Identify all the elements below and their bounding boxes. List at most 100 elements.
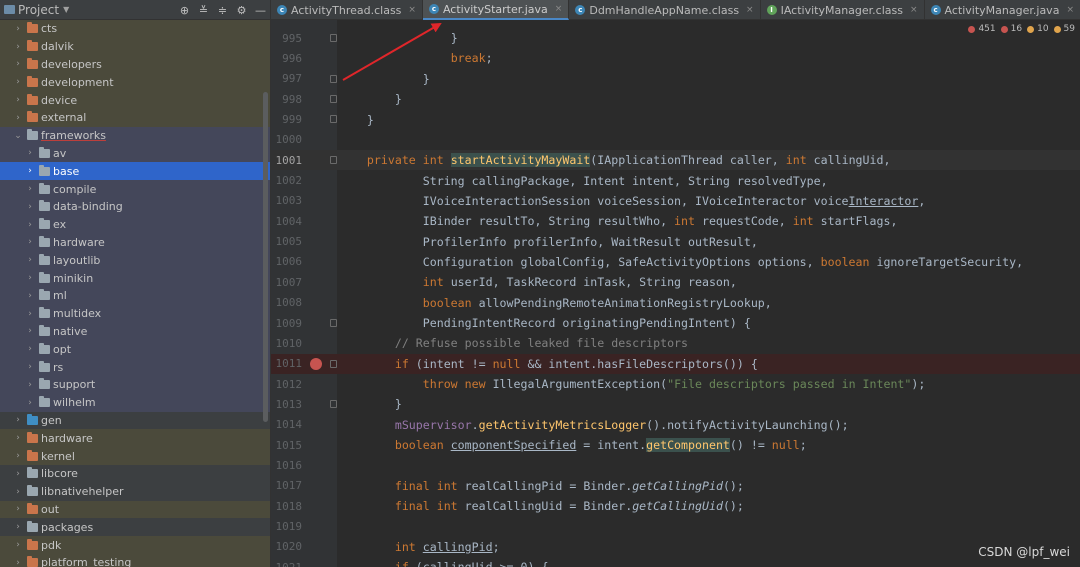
line-number[interactable]: 1015 xyxy=(271,439,303,452)
tree-item-rs[interactable]: › rs xyxy=(0,358,270,376)
fold-marker-icon[interactable] xyxy=(330,400,337,409)
editor-tab-activitystarter-java[interactable]: c ActivityStarter.java × xyxy=(422,0,570,20)
breakpoint-icon[interactable] xyxy=(310,357,322,370)
code-line[interactable]: 1018 final int realCallingUid = Binder.g… xyxy=(271,496,1080,516)
fold-marker-icon[interactable] xyxy=(330,74,337,83)
tree-item-compile[interactable]: › compile xyxy=(0,180,270,198)
inspection-count[interactable]: 59 xyxy=(1053,24,1075,34)
fold-marker-icon[interactable] xyxy=(330,115,337,124)
tree-item-kernel[interactable]: › kernel xyxy=(0,447,270,465)
hide-panel-icon[interactable]: — xyxy=(251,4,270,17)
line-number[interactable]: 996 xyxy=(271,52,302,65)
code-line[interactable]: 1002 String callingPackage, Intent inten… xyxy=(271,170,1080,190)
tree-item-wilhelm[interactable]: › wilhelm xyxy=(0,393,270,412)
code-line[interactable]: 998 } xyxy=(271,89,1080,109)
line-number[interactable]: 1001 xyxy=(271,154,303,167)
line-number[interactable]: 1018 xyxy=(271,500,303,513)
tree-item-opt[interactable]: › opt xyxy=(0,340,270,359)
line-number[interactable]: 1011 xyxy=(271,357,303,370)
expand-all-icon[interactable]: ≚ xyxy=(194,4,213,17)
code-line[interactable]: 1015 boolean componentSpecified = intent… xyxy=(271,435,1080,455)
code-line[interactable]: 1008 boolean allowPendingRemoteAnimation… xyxy=(271,293,1080,313)
code-line[interactable]: 995 } xyxy=(271,28,1080,48)
fold-marker-icon[interactable] xyxy=(330,34,337,42)
code-editor[interactable]: 995 } 996 break; 997 } 998 } 999 } 1000 1001 p… xyxy=(271,20,1080,567)
tree-item-libcore[interactable]: › libcore xyxy=(0,465,270,483)
line-number[interactable]: 1007 xyxy=(271,276,303,289)
tree-item-ex[interactable]: › ex xyxy=(0,215,270,234)
chevron-right-icon[interactable]: › xyxy=(24,344,36,354)
code-line[interactable]: 996 break; xyxy=(271,48,1080,68)
inspection-indicators[interactable]: 451 16 10 59 xyxy=(964,22,1080,36)
fold-marker-icon[interactable] xyxy=(330,156,337,165)
close-icon[interactable]: × xyxy=(408,5,416,15)
code-line[interactable]: 1013 } xyxy=(271,394,1080,414)
inspection-count[interactable]: 16 xyxy=(1000,24,1022,34)
tree-item-frameworks[interactable]: ⌄ frameworks xyxy=(0,126,270,145)
tree-item-cts[interactable]: › cts xyxy=(0,20,270,38)
inspection-count[interactable]: 10 xyxy=(1027,24,1049,34)
chevron-right-icon[interactable]: › xyxy=(24,273,36,283)
chevron-right-icon[interactable]: › xyxy=(12,540,24,550)
code-line[interactable]: 997 } xyxy=(271,69,1080,89)
tree-item-support[interactable]: › support xyxy=(0,375,270,394)
tree-item-external[interactable]: › external xyxy=(0,108,270,127)
code-line[interactable]: 999 } xyxy=(271,109,1080,129)
chevron-right-icon[interactable]: › xyxy=(24,148,36,158)
chevron-right-icon[interactable]: › xyxy=(24,326,36,336)
code-line[interactable]: 1020 int callingPid; xyxy=(271,537,1080,557)
line-number[interactable]: 1008 xyxy=(271,296,303,309)
chevron-down-icon[interactable]: ⌄ xyxy=(12,131,24,141)
chevron-right-icon[interactable]: › xyxy=(24,398,36,408)
code-line[interactable]: 1012 throw new IllegalArgumentException(… xyxy=(271,374,1080,394)
tree-item-data-binding[interactable]: › data-binding xyxy=(0,197,270,216)
chevron-right-icon[interactable]: › xyxy=(12,95,24,105)
close-icon[interactable]: × xyxy=(910,5,918,15)
tree-item-minikin[interactable]: › minikin xyxy=(0,269,270,287)
tree-item-development[interactable]: › development xyxy=(0,73,270,92)
editor-tab-iactivitymanager-class[interactable]: I IActivityManager.class × xyxy=(761,0,925,20)
tree-item-developers[interactable]: › developers xyxy=(0,55,270,74)
chevron-right-icon[interactable]: › xyxy=(12,451,24,461)
chevron-right-icon[interactable]: › xyxy=(24,380,36,390)
project-tree-scrollbar[interactable] xyxy=(263,92,268,422)
line-number[interactable]: 1019 xyxy=(271,520,303,533)
line-number[interactable]: 1012 xyxy=(271,378,303,391)
chevron-right-icon[interactable]: › xyxy=(24,237,36,247)
line-number[interactable]: 1004 xyxy=(271,215,303,228)
code-line[interactable]: 1001 private int startActivityMayWait(IA… xyxy=(271,150,1080,171)
fold-marker-icon[interactable] xyxy=(330,95,337,104)
tree-item-pdk[interactable]: › pdk xyxy=(0,536,270,554)
chevron-right-icon[interactable]: › xyxy=(12,113,24,123)
code-line[interactable]: 1004 IBinder resultTo, String resultWho,… xyxy=(271,211,1080,231)
code-line[interactable]: 1010 // Refuse possible leaked file desc… xyxy=(271,333,1080,353)
tree-item-libnativehelper[interactable]: › libnativehelper xyxy=(0,483,270,501)
chevron-right-icon[interactable]: › xyxy=(12,504,24,514)
tree-item-native[interactable]: › native xyxy=(0,322,270,341)
line-number[interactable]: 998 xyxy=(271,93,302,106)
chevron-right-icon[interactable]: › xyxy=(12,24,24,34)
line-number[interactable]: 1003 xyxy=(271,194,303,207)
line-number[interactable]: 1009 xyxy=(271,317,303,330)
tree-item-dalvik[interactable]: › dalvik xyxy=(0,37,270,56)
chevron-down-icon[interactable]: ▼ xyxy=(63,5,69,14)
inspection-count[interactable]: 451 xyxy=(968,24,996,34)
editor-tab-activitymanager-java[interactable]: c ActivityManager.java × xyxy=(925,0,1080,20)
code-line[interactable]: 1021 if (callingUid >= 0) { xyxy=(271,557,1080,567)
chevron-right-icon[interactable]: › xyxy=(24,255,36,265)
line-number[interactable]: 1002 xyxy=(271,174,303,187)
code-line[interactable]: 1019 xyxy=(271,516,1080,536)
line-number[interactable]: 999 xyxy=(271,113,302,126)
chevron-right-icon[interactable]: › xyxy=(12,469,24,479)
fold-marker-icon[interactable] xyxy=(330,318,337,327)
tree-item-hardware[interactable]: › hardware xyxy=(0,233,270,252)
tree-item-hardware[interactable]: › hardware xyxy=(0,429,270,448)
line-number[interactable]: 997 xyxy=(271,72,302,85)
close-icon[interactable]: × xyxy=(1066,5,1074,15)
code-line[interactable]: 1014 mSupervisor.getActivityMetricsLogge… xyxy=(271,415,1080,435)
chevron-right-icon[interactable]: › xyxy=(24,309,36,319)
tree-item-base[interactable]: › base xyxy=(0,162,270,181)
tree-item-multidex[interactable]: › multidex xyxy=(0,304,270,323)
line-number[interactable]: 995 xyxy=(271,32,302,45)
chevron-right-icon[interactable]: › xyxy=(12,487,24,497)
